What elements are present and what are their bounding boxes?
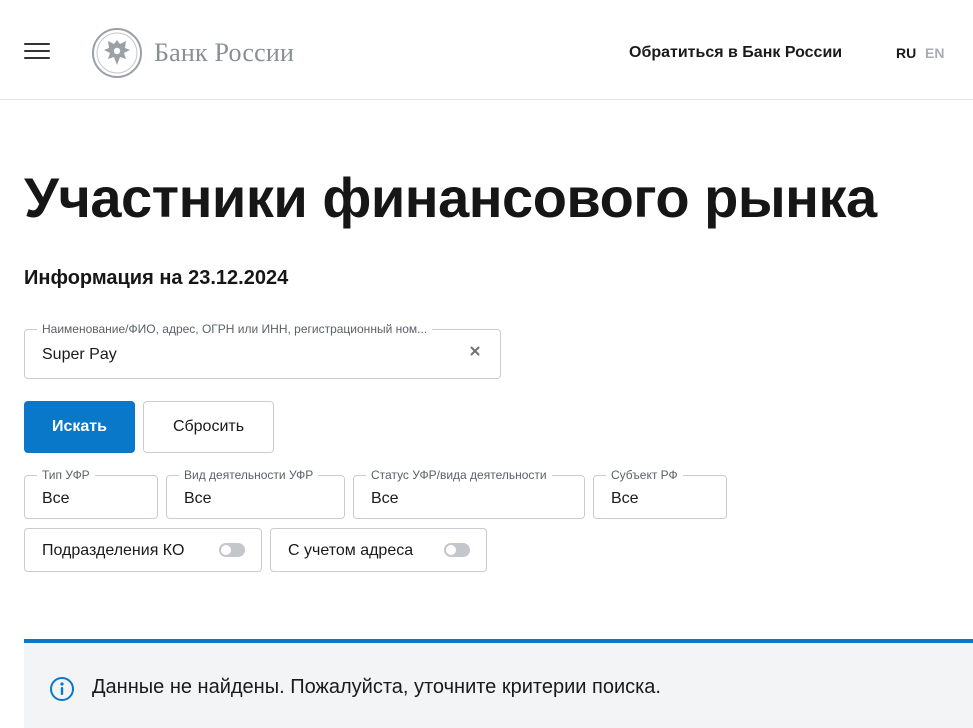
- toggle-switch[interactable]: [219, 543, 245, 557]
- filter-value: Все: [42, 490, 70, 507]
- filter-label: Статус УФР/вида деятельности: [366, 468, 552, 482]
- lang-en-button[interactable]: EN: [925, 45, 944, 61]
- lang-ru-button[interactable]: RU: [896, 45, 916, 61]
- info-date: Информация на 23.12.2024: [24, 267, 289, 289]
- bank-emblem-icon[interactable]: [92, 28, 142, 78]
- filter-ufr-type[interactable]: Тип УФР Все: [24, 468, 158, 519]
- search-button[interactable]: Искать: [24, 401, 135, 453]
- contact-bank-link[interactable]: Обратиться в Банк России: [629, 44, 842, 62]
- filter-value: Все: [611, 490, 639, 507]
- toggle-label: Подразделения КО: [42, 542, 185, 559]
- logo-text[interactable]: Банк России: [154, 38, 294, 68]
- page-title: Участники финансового рынка: [24, 166, 877, 229]
- toggle-switch[interactable]: [444, 543, 470, 557]
- search-field[interactable]: Наименование/ФИО, адрес, ОГРН или ИНН, р…: [24, 322, 501, 379]
- filter-label: Субъект РФ: [606, 468, 683, 482]
- filter-region[interactable]: Субъект РФ Все: [593, 468, 727, 519]
- info-icon: [50, 677, 74, 701]
- toggle-credit-org-divisions[interactable]: Подразделения КО: [24, 528, 262, 572]
- no-results-notice: Данные не найдены. Пожалуйста, уточните …: [24, 639, 973, 728]
- filter-label: Вид деятельности УФР: [179, 468, 319, 482]
- search-input[interactable]: [42, 346, 442, 364]
- site-header: Банк России Обратиться в Банк России RU …: [0, 0, 973, 100]
- filter-activity-type[interactable]: Вид деятельности УФР Все: [166, 468, 345, 519]
- filter-label: Тип УФР: [37, 468, 95, 482]
- filter-status[interactable]: Статус УФР/вида деятельности Все: [353, 468, 585, 519]
- reset-button[interactable]: Сбросить: [143, 401, 274, 453]
- filter-value: Все: [184, 490, 212, 507]
- no-results-text: Данные не найдены. Пожалуйста, уточните …: [92, 676, 661, 698]
- menu-icon[interactable]: [24, 43, 50, 61]
- page: Банк России Обратиться в Банк России RU …: [0, 0, 973, 728]
- toggle-with-address[interactable]: С учетом адреса: [270, 528, 487, 572]
- search-field-label: Наименование/ФИО, адрес, ОГРН или ИНН, р…: [37, 322, 433, 336]
- toggle-label: С учетом адреса: [288, 542, 414, 559]
- clear-icon[interactable]: [468, 344, 482, 358]
- filter-value: Все: [371, 490, 399, 507]
